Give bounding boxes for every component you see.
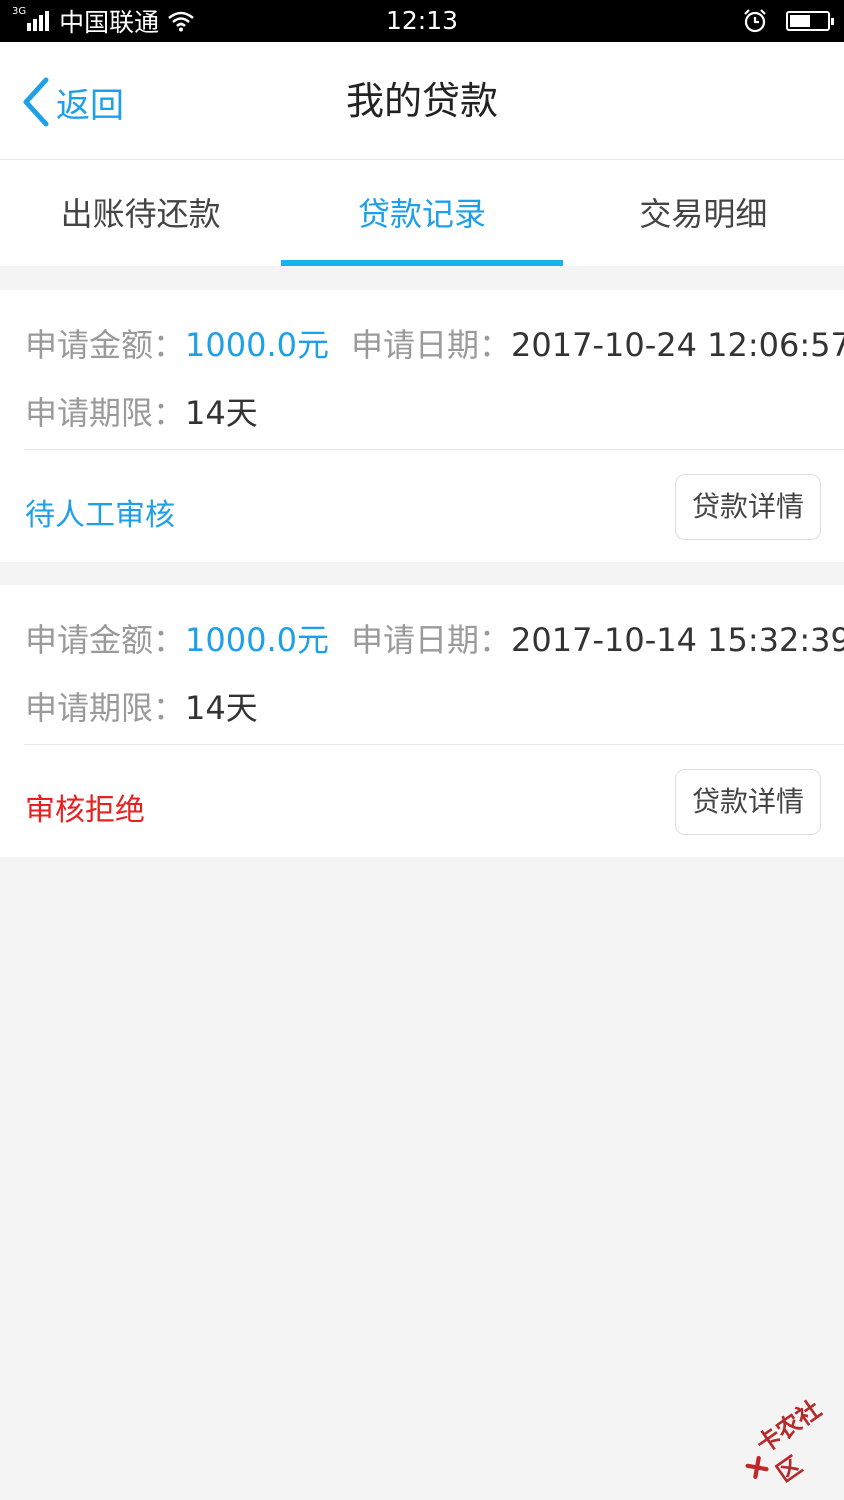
tab-pending-repayment[interactable]: 出账待还款 (0, 160, 281, 266)
clock: 12:13 (385, 6, 459, 35)
record-amount-date-row: 申请金额：1000.0元 申请日期：2017-10-24 12:06:57 (25, 320, 844, 366)
term-label: 申请期限： (25, 394, 186, 432)
loan-record-card: 申请金额：1000.0元 申请日期：2017-10-14 15:32:39 申请期… (0, 585, 844, 857)
tab-label: 交易明细 (639, 195, 768, 233)
status-text: 审核拒绝 (25, 793, 145, 828)
record-term-row: 申请期限：14天 (25, 388, 258, 434)
status-right (742, 0, 834, 42)
loan-details-button[interactable]: 贷款详情 (675, 474, 821, 540)
tab-transaction-details[interactable]: 交易明细 (563, 160, 844, 266)
term-value: 14天 (185, 394, 258, 432)
amount-label: 申请金额： (25, 326, 186, 364)
term-value: 14天 (185, 689, 258, 727)
active-tab-indicator (281, 260, 563, 266)
term-label: 申请期限： (25, 689, 186, 727)
status-bar: 3G 中国联通 12:13 (0, 0, 844, 42)
tab-bar: 出账待还款 贷款记录 交易明细 (0, 160, 844, 266)
tab-label: 出账待还款 (60, 195, 221, 233)
alarm-icon (744, 9, 766, 33)
divider (24, 449, 844, 450)
tab-loan-records[interactable]: 贷款记录 (281, 160, 563, 266)
loan-details-button[interactable]: 贷款详情 (675, 769, 821, 835)
amount-label: 申请金额： (25, 621, 186, 659)
divider (24, 744, 844, 745)
status-text: 待人工审核 (25, 498, 175, 533)
date-label: 申请日期： (351, 326, 512, 364)
date-value: 2017-10-14 15:32:39 (511, 621, 844, 659)
battery-level (790, 15, 810, 27)
amount-value: 1000.0元 (185, 621, 329, 659)
page-title: 我的贷款 (345, 79, 498, 123)
amount-value: 1000.0元 (185, 326, 329, 364)
record-term-row: 申请期限：14天 (25, 683, 258, 729)
tab-label: 贷款记录 (357, 195, 486, 233)
nav-header: 返回 我的贷款 (0, 42, 844, 160)
battery-icon (786, 11, 834, 31)
record-amount-date-row: 申请金额：1000.0元 申请日期：2017-10-14 15:32:39 (25, 615, 844, 661)
date-label: 申请日期： (351, 621, 512, 659)
date-value: 2017-10-24 12:06:57 (511, 326, 844, 364)
loan-record-card: 申请金额：1000.0元 申请日期：2017-10-24 12:06:57 申请期… (0, 290, 844, 562)
watermark-logo: 卡农社区 (729, 1385, 844, 1500)
